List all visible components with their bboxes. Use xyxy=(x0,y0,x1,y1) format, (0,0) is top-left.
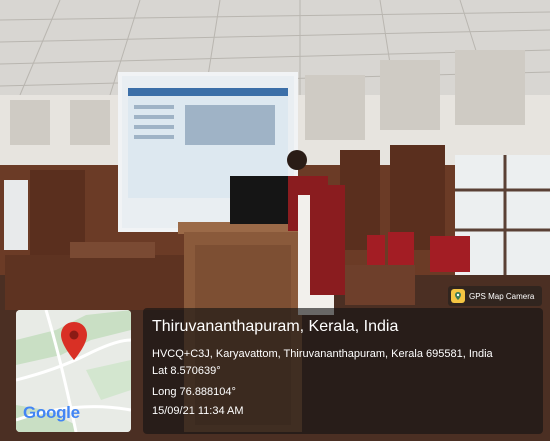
location-title: Thiruvananthapuram, Kerala, India xyxy=(152,318,399,335)
location-map-thumbnail: Google xyxy=(16,310,131,432)
date-time: 15/09/21 11:34 AM xyxy=(152,405,244,417)
gps-map-camera-badge: GPS Map Camera xyxy=(448,286,542,306)
location-info-overlay: Thiruvananthapuram, Kerala, India HVCQ+C… xyxy=(143,308,543,434)
map-pin-icon xyxy=(451,289,465,303)
google-logo: Google xyxy=(23,403,80,422)
location-address: HVCQ+C3J, Karyavattom, Thiruvananthapura… xyxy=(152,348,493,360)
badge-label: GPS Map Camera xyxy=(469,291,535,301)
latitude: Lat 8.570639° xyxy=(152,365,221,377)
longitude: Long 76.888104° xyxy=(152,386,236,398)
geotagged-photo: GPS Map Camera Google Thiruvananthapuram… xyxy=(0,0,550,441)
